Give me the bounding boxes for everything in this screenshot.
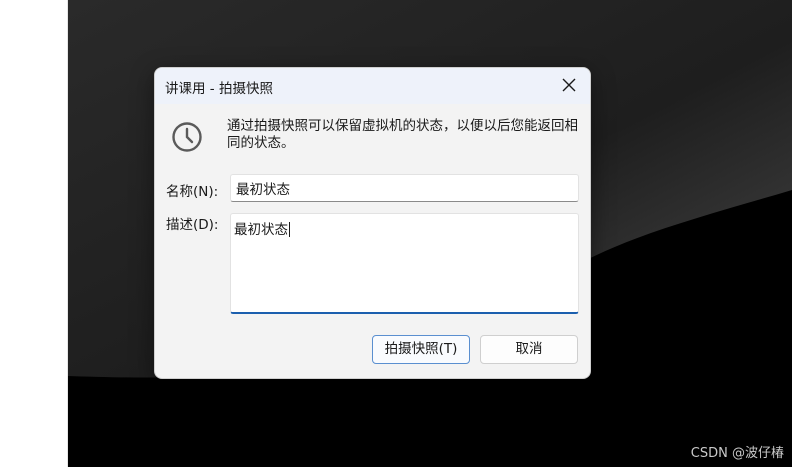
left-background-strip <box>0 0 68 467</box>
close-icon <box>562 78 576 92</box>
take-snapshot-button[interactable]: 拍摄快照(T) <box>372 335 470 364</box>
close-button[interactable] <box>558 76 580 96</box>
dialog-titlebar[interactable]: 讲课用 - 拍摄快照 <box>155 68 590 104</box>
cancel-button[interactable]: 取消 <box>480 335 578 364</box>
dialog-description: 通过拍摄快照可以保留虚拟机的状态，以便以后您能返回相同的状态。 <box>227 118 578 151</box>
watermark-text: CSDN @波仔椿 <box>690 446 784 461</box>
description-label: 描述(D): <box>166 217 219 233</box>
clock-icon <box>172 122 202 152</box>
snapshot-name-value: 最初状态 <box>236 182 290 198</box>
take-snapshot-dialog: 讲课用 - 拍摄快照 通过拍摄快照可以保留虚拟机的状态，以便以后您能返回相同的状… <box>154 67 591 379</box>
text-caret <box>289 222 290 237</box>
snapshot-description-value: 最初状态 <box>234 222 288 238</box>
snapshot-name-input[interactable]: 最初状态 <box>230 174 579 202</box>
name-label: 名称(N): <box>166 184 219 200</box>
snapshot-description-textarea[interactable]: 最初状态 <box>230 213 579 314</box>
dialog-title: 讲课用 - 拍摄快照 <box>165 81 273 97</box>
